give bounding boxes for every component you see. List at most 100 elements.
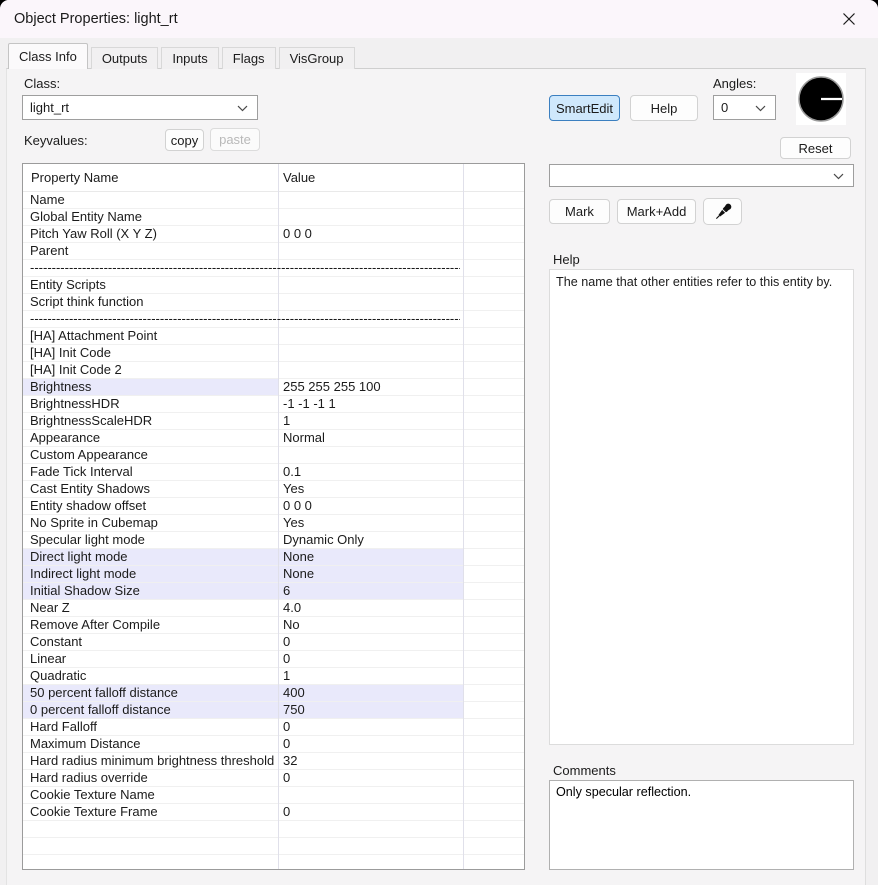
property-value-cell[interactable] bbox=[278, 209, 463, 226]
table-row[interactable]: No Sprite in CubemapYes bbox=[23, 515, 524, 532]
property-name-cell[interactable]: Entity Scripts bbox=[23, 277, 278, 294]
property-name-cell[interactable]: Quadratic bbox=[23, 668, 278, 685]
property-value-cell[interactable]: Normal bbox=[278, 430, 463, 447]
property-value-cell[interactable]: Yes bbox=[278, 481, 463, 498]
class-combobox[interactable]: light_rt bbox=[22, 95, 258, 120]
table-row[interactable]: Quadratic1 bbox=[23, 668, 524, 685]
table-separator-row[interactable]: ----------------------------------------… bbox=[23, 311, 524, 328]
property-value-cell[interactable] bbox=[278, 294, 463, 311]
table-row[interactable]: Custom Appearance bbox=[23, 447, 524, 464]
table-row[interactable]: Script think function bbox=[23, 294, 524, 311]
table-row[interactable]: Remove After CompileNo bbox=[23, 617, 524, 634]
property-name-cell[interactable] bbox=[23, 821, 278, 838]
property-value-cell[interactable]: None bbox=[278, 549, 463, 566]
property-value-cell[interactable]: 1 bbox=[278, 413, 463, 430]
comments-textarea[interactable]: Only specular reflection. bbox=[549, 780, 854, 870]
property-name-cell[interactable]: BrightnessScaleHDR bbox=[23, 413, 278, 430]
table-separator-row[interactable]: ----------------------------------------… bbox=[23, 260, 524, 277]
property-value-cell[interactable]: None bbox=[278, 566, 463, 583]
angle-dial[interactable] bbox=[796, 73, 846, 125]
table-row[interactable] bbox=[23, 838, 524, 855]
property-name-cell[interactable]: Hard radius minimum brightness threshold bbox=[23, 753, 278, 770]
table-row[interactable]: 50 percent falloff distance400 bbox=[23, 685, 524, 702]
property-name-cell[interactable]: Indirect light mode bbox=[23, 566, 278, 583]
table-row[interactable]: Name bbox=[23, 192, 524, 209]
property-name-cell[interactable]: Appearance bbox=[23, 430, 278, 447]
property-name-cell[interactable]: Cookie Texture Frame bbox=[23, 804, 278, 821]
paste-button[interactable]: paste bbox=[210, 128, 260, 151]
mark-button[interactable]: Mark bbox=[549, 199, 610, 224]
property-name-cell[interactable]: Parent bbox=[23, 243, 278, 260]
property-name-cell[interactable]: Cookie Texture Name bbox=[23, 787, 278, 804]
table-row[interactable]: Indirect light modeNone bbox=[23, 566, 524, 583]
property-name-cell[interactable]: Initial Shadow Size bbox=[23, 583, 278, 600]
property-value-cell[interactable]: 0 bbox=[278, 651, 463, 668]
property-value-cell[interactable] bbox=[278, 192, 463, 209]
tab-class-info[interactable]: Class Info bbox=[8, 43, 88, 69]
property-name-cell[interactable]: Fade Tick Interval bbox=[23, 464, 278, 481]
close-button[interactable] bbox=[832, 6, 866, 32]
property-value-cell[interactable]: -1 -1 -1 1 bbox=[278, 396, 463, 413]
property-value-cell[interactable]: 0 bbox=[278, 770, 463, 787]
table-row[interactable]: Hard Falloff0 bbox=[23, 719, 524, 736]
property-value-cell[interactable]: 750 bbox=[278, 702, 463, 719]
property-value-cell[interactable] bbox=[278, 345, 463, 362]
value-combobox[interactable] bbox=[549, 164, 854, 187]
property-name-cell[interactable]: Cast Entity Shadows bbox=[23, 481, 278, 498]
property-value-cell[interactable]: 6 bbox=[278, 583, 463, 600]
property-value-cell[interactable]: 32 bbox=[278, 753, 463, 770]
property-name-cell[interactable]: Linear bbox=[23, 651, 278, 668]
property-name-cell[interactable]: Script think function bbox=[23, 294, 278, 311]
property-name-cell[interactable]: Remove After Compile bbox=[23, 617, 278, 634]
property-name-cell[interactable]: Hard radius override bbox=[23, 770, 278, 787]
property-name-cell[interactable]: [HA] Attachment Point bbox=[23, 328, 278, 345]
property-name-cell[interactable]: Entity shadow offset bbox=[23, 498, 278, 515]
help-button[interactable]: Help bbox=[630, 95, 698, 121]
tab-inputs[interactable]: Inputs bbox=[161, 47, 218, 69]
property-value-cell[interactable]: 0.1 bbox=[278, 464, 463, 481]
property-value-cell[interactable]: Dynamic Only bbox=[278, 532, 463, 549]
property-name-cell[interactable]: Direct light mode bbox=[23, 549, 278, 566]
property-name-cell[interactable] bbox=[23, 838, 278, 855]
tab-visgroup[interactable]: VisGroup bbox=[279, 47, 355, 69]
property-name-cell[interactable]: 50 percent falloff distance bbox=[23, 685, 278, 702]
mark-add-button[interactable]: Mark+Add bbox=[617, 199, 696, 224]
reset-button[interactable]: Reset bbox=[780, 137, 851, 159]
property-value-cell[interactable] bbox=[278, 362, 463, 379]
table-row[interactable]: Parent bbox=[23, 243, 524, 260]
table-row[interactable]: Fade Tick Interval0.1 bbox=[23, 464, 524, 481]
property-value-cell[interactable] bbox=[278, 277, 463, 294]
property-value-cell[interactable] bbox=[278, 855, 463, 870]
table-row[interactable]: Initial Shadow Size6 bbox=[23, 583, 524, 600]
table-row[interactable]: Cookie Texture Frame0 bbox=[23, 804, 524, 821]
table-row[interactable]: [HA] Init Code 2 bbox=[23, 362, 524, 379]
table-row[interactable]: [HA] Init Code bbox=[23, 345, 524, 362]
property-name-cell[interactable]: Specular light mode bbox=[23, 532, 278, 549]
header-value[interactable]: Value bbox=[283, 164, 315, 192]
property-name-cell[interactable]: Brightness bbox=[23, 379, 278, 396]
property-value-cell[interactable]: Yes bbox=[278, 515, 463, 532]
property-name-cell[interactable]: Near Z bbox=[23, 600, 278, 617]
property-name-cell[interactable]: Name bbox=[23, 192, 278, 209]
property-name-cell[interactable]: Global Entity Name bbox=[23, 209, 278, 226]
table-row[interactable]: Entity Scripts bbox=[23, 277, 524, 294]
table-row[interactable]: Cast Entity ShadowsYes bbox=[23, 481, 524, 498]
tab-flags[interactable]: Flags bbox=[222, 47, 276, 69]
angles-combobox[interactable]: 0 bbox=[713, 95, 776, 120]
header-property-name[interactable]: Property Name bbox=[31, 164, 118, 192]
table-row[interactable]: 0 percent falloff distance750 bbox=[23, 702, 524, 719]
property-value-cell[interactable]: 0 0 0 bbox=[278, 498, 463, 515]
property-name-cell[interactable]: [HA] Init Code 2 bbox=[23, 362, 278, 379]
table-row[interactable]: BrightnessHDR-1 -1 -1 1 bbox=[23, 396, 524, 413]
property-name-cell[interactable]: Custom Appearance bbox=[23, 447, 278, 464]
property-value-cell[interactable] bbox=[278, 787, 463, 804]
table-row[interactable]: Specular light modeDynamic Only bbox=[23, 532, 524, 549]
property-name-cell[interactable]: 0 percent falloff distance bbox=[23, 702, 278, 719]
table-row[interactable]: Pitch Yaw Roll (X Y Z)0 0 0 bbox=[23, 226, 524, 243]
property-name-cell[interactable]: Maximum Distance bbox=[23, 736, 278, 753]
property-value-cell[interactable]: 0 bbox=[278, 804, 463, 821]
keyvalues-table[interactable]: Property Name Value NameGlobal Entity Na… bbox=[22, 163, 525, 870]
eyedropper-button[interactable] bbox=[703, 198, 742, 225]
tab-outputs[interactable]: Outputs bbox=[91, 47, 159, 69]
property-value-cell[interactable]: 400 bbox=[278, 685, 463, 702]
